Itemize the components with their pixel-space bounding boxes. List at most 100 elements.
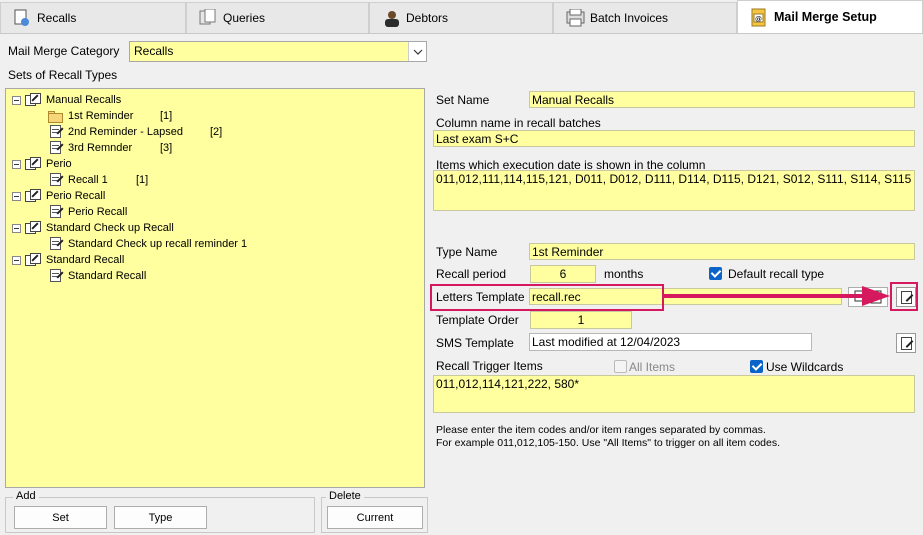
tab-recalls[interactable]: Recalls [0,2,186,33]
tree-item-set[interactable]: Standard Recall [12,252,124,268]
sms-template-label: SMS Template [436,336,514,350]
edit-button-highlight [890,282,918,311]
add-type-button[interactable]: Type [114,506,207,529]
recall-set-icon [25,93,43,107]
document-edit-icon [48,141,64,155]
batch-invoices-icon [566,8,585,27]
tab-queries[interactable]: Queries [186,2,369,33]
tree-item-label: Standard Recall [68,270,147,282]
document-edit-icon [48,237,64,251]
document-edit-icon [48,125,64,139]
sms-template-edit-button[interactable] [896,333,916,353]
tree-item-count: [3] [160,142,173,154]
tree-item-label: Standard Check up Recall [46,222,174,234]
trigger-label: Recall Trigger Items [436,359,543,373]
delete-current-button[interactable]: Current [327,506,423,529]
tab-debtors[interactable]: Debtors [369,2,553,33]
category-value: Recalls [134,44,174,58]
trigger-items-input[interactable]: 011,012,114,121,222, 580* [433,375,915,413]
chevron-down-icon [408,42,426,61]
column-name-label: Column name in recall batches [436,116,601,130]
tree-item-type[interactable]: Standard Recall [48,268,146,284]
tree-item-label: Perio Recall [68,206,128,218]
help-line-2: For example 011,012,105-150. Use "All It… [436,437,781,449]
type-name-label: Type Name [436,245,498,259]
tree-item-set[interactable]: Perio Recall [12,188,105,204]
letters-template-highlight [430,284,664,311]
tree-item-label: 3rd Remnder [68,142,133,154]
tab-label: Queries [223,11,266,25]
recall-set-icon [25,157,43,171]
template-order-input[interactable]: 1 [530,311,632,329]
tab-label: Recalls [37,11,77,25]
default-recall-label: Default recall type [728,267,825,281]
tab-batch-invoices[interactable]: Batch Invoices [553,2,737,33]
recalls-icon [13,9,31,27]
recall-types-tree[interactable]: Manual Recalls 1st Reminder [1] 2nd Remi… [5,88,425,488]
mail-merge-icon: @ [750,8,768,27]
collapse-icon[interactable] [12,95,21,105]
tree-item-label: Recall 1 [68,174,108,186]
sets-label: Sets of Recall Types [8,68,118,82]
category-select[interactable]: Recalls [129,41,427,62]
svg-text:@: @ [755,15,762,23]
tree-item-count: [1] [160,110,173,122]
recall-set-icon [25,189,43,203]
tree-item-type[interactable]: Perio Recall [48,204,127,220]
recall-set-icon [25,253,43,267]
tree-item-label: Standard Check up recall reminder 1 [68,238,248,250]
all-items-checkbox[interactable] [614,360,627,373]
tree-item-type[interactable]: Recall 1 [1] [48,172,148,188]
collapse-icon[interactable] [12,223,21,233]
recall-period-unit: months [604,267,644,281]
arrow-icon [664,286,890,306]
tab-label: Mail Merge Setup [774,10,877,24]
collapse-icon[interactable] [12,255,21,265]
tree-item-type[interactable]: 3rd Remnder [3] [48,140,172,156]
collapse-icon[interactable] [12,159,21,169]
delete-group-title: Delete [326,490,364,502]
tree-item-label: Perio Recall [46,190,106,202]
tree-item-label: Standard Recall [46,254,125,266]
tree-item-count: [1] [136,174,149,186]
queries-icon [199,8,217,27]
add-group-title: Add [13,490,39,502]
tree-item-set[interactable]: Manual Recalls [12,92,121,108]
use-wildcards-label: Use Wildcards [766,360,844,374]
items-exec-input[interactable]: 011,012,111,114,115,121, D011, D012, D11… [433,170,915,211]
tree-item-type[interactable]: Standard Check up recall reminder 1 [48,236,247,252]
document-edit-icon [48,269,64,283]
column-name-input[interactable]: Last exam S+C [433,130,915,147]
category-label: Mail Merge Category [8,44,120,58]
document-edit-icon [48,173,64,187]
all-items-label: All Items [629,360,676,374]
folder-open-icon [48,110,64,123]
default-recall-checkbox[interactable] [709,267,722,280]
type-name-input[interactable]: 1st Reminder [529,243,915,260]
tab-label: Batch Invoices [590,11,669,25]
recall-period-input[interactable]: 6 [530,265,596,283]
use-wildcards-checkbox[interactable] [750,360,763,373]
add-set-button[interactable]: Set [14,506,107,529]
tab-bar: Recalls Queries Debtors Batch Invoices @… [0,0,923,34]
sms-template-input[interactable]: Last modified at 12/04/2023 [529,333,812,351]
tree-item-count: [2] [210,126,223,138]
set-name-input[interactable]: Manual Recalls [529,91,915,108]
tab-mail-merge-setup[interactable]: @ Mail Merge Setup [737,0,923,33]
tree-item-set[interactable]: Perio [12,156,72,172]
set-name-label: Set Name [436,93,490,107]
recall-period-label: Recall period [436,267,507,281]
tree-item-label: Perio [46,158,72,170]
collapse-icon[interactable] [12,191,21,201]
tree-item-type[interactable]: 2nd Reminder - Lapsed [2] [48,124,222,140]
tree-item-label: Manual Recalls [46,94,122,106]
template-order-label: Template Order [436,313,519,327]
debtors-icon [382,9,400,27]
document-edit-icon [48,205,64,219]
recall-set-icon [25,221,43,235]
help-line-1: Please enter the item codes and/or item … [436,424,766,436]
tab-label: Debtors [406,11,449,25]
tree-item-type[interactable]: 1st Reminder [1] [48,108,172,124]
tree-item-label: 1st Reminder [68,110,134,122]
tree-item-set[interactable]: Standard Check up Recall [12,220,174,236]
